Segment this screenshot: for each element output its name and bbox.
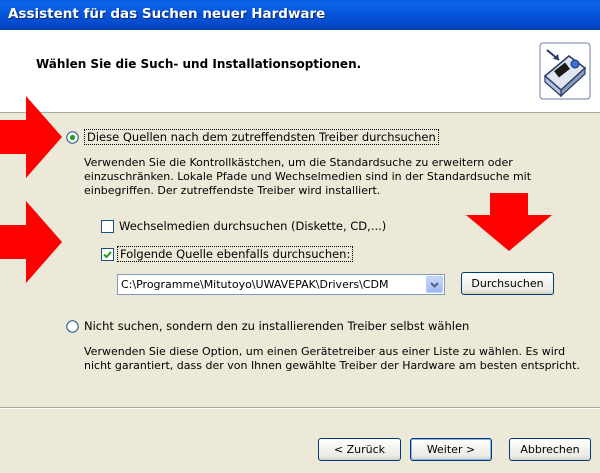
red-arrow-icon [0,201,62,283]
window-title: Assistent für das Suchen neuer Hardware [8,6,326,22]
cancel-button[interactable]: Abbrechen [509,438,591,461]
wizard-window: Assistent für das Suchen neuer Hardware … [0,0,600,473]
wizard-header: Wählen Sie die Such- und Installationsop… [0,30,600,113]
search-option-description: Verwenden Sie die Kontrollkästchen, um d… [84,156,532,197]
removable-media-checkbox[interactable] [101,220,114,233]
browse-button[interactable]: Durchsuchen [461,272,554,295]
next-button[interactable]: Weiter > [410,438,492,461]
path-input[interactable]: C:\Programme\Mitutoyo\UWAVEPAK\Drivers\C… [121,278,388,291]
footer-divider [0,407,600,409]
path-combobox[interactable]: C:\Programme\Mitutoyo\UWAVEPAK\Drivers\C… [117,274,445,295]
hardware-install-icon [539,42,591,100]
manual-option-label[interactable]: Nicht suchen, sondern den zu installiere… [84,319,469,333]
include-path-text: Folgende Quelle ebenfalls durchsuchen: [117,246,354,262]
path-dropdown-button[interactable] [426,276,443,293]
red-arrow-icon [466,193,552,251]
search-option-label[interactable]: Diese Quellen nach dem zutreffendsten Tr… [84,129,439,145]
page-title: Wählen Sie die Such- und Installationsop… [36,57,362,71]
back-button[interactable]: < Zurück [318,438,401,461]
chevron-down-icon [430,282,439,288]
title-bar[interactable]: Assistent für das Suchen neuer Hardware [0,0,600,30]
include-path-checkbox[interactable] [101,248,114,261]
search-radio[interactable] [66,131,79,144]
search-option-text: Diese Quellen nach dem zutreffendsten Tr… [84,129,439,145]
manual-option-description: Verwenden Sie diese Option, um einen Ger… [84,345,580,372]
red-arrow-icon [0,96,62,178]
removable-media-label[interactable]: Wechselmedien durchsuchen (Diskette, CD,… [119,219,386,233]
include-path-label[interactable]: Folgende Quelle ebenfalls durchsuchen: [117,246,354,262]
manual-radio[interactable] [66,320,79,333]
